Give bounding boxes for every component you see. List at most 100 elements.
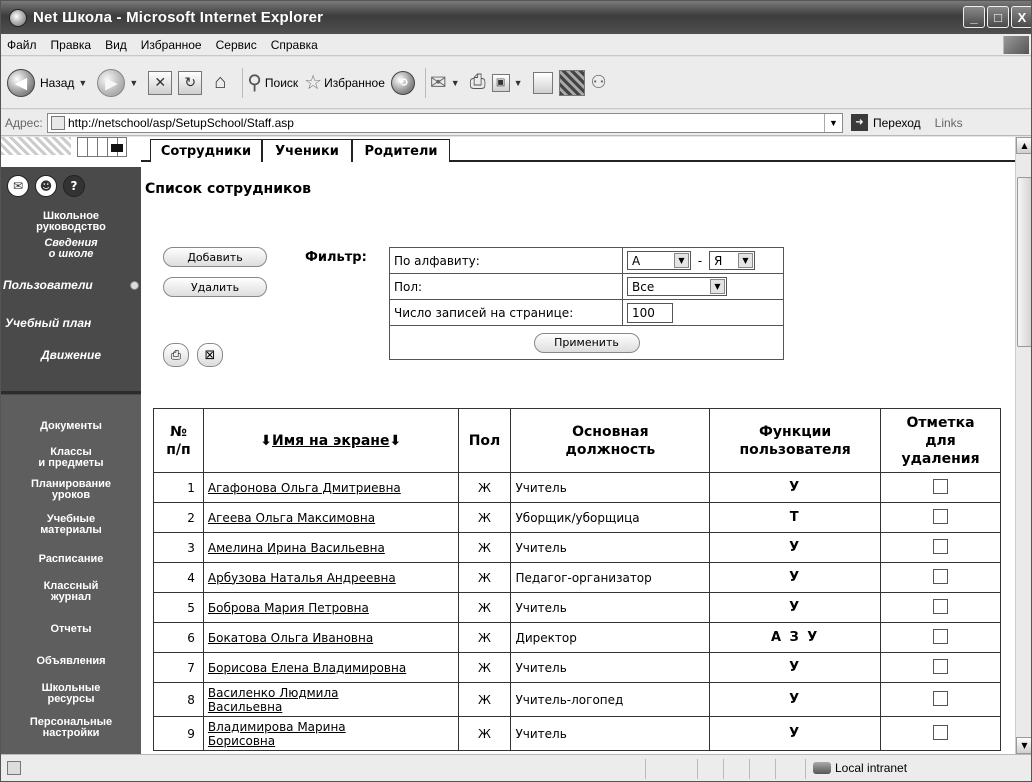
tab-parents[interactable]: Родители (352, 139, 450, 162)
sidebar-icon-bar: ✉ ☻ ? (1, 167, 141, 205)
tab-students[interactable]: Ученики (262, 139, 352, 162)
staff-name-link[interactable]: Боброва Мария Петровна (208, 601, 369, 615)
row-number: 4 (153, 562, 204, 593)
delete-checkbox[interactable] (933, 478, 949, 494)
people-icon[interactable]: ☻ (35, 175, 57, 197)
menu-view[interactable]: Вид (105, 38, 127, 52)
delete-checkbox[interactable] (933, 538, 949, 554)
status-bar: Local intranet (1, 754, 1031, 781)
add-button[interactable]: Добавить (163, 247, 267, 267)
scroll-down-icon[interactable]: ▼ (1016, 737, 1031, 754)
address-dropdown-icon[interactable]: ▼ (824, 113, 842, 132)
maximize-button[interactable]: □ (987, 6, 1009, 28)
apply-button[interactable]: Применить (533, 332, 640, 353)
row-gender: Ж (457, 502, 512, 533)
help-icon[interactable]: ? (63, 175, 85, 197)
vertical-scrollbar[interactable]: ▲ ▼ (1015, 137, 1031, 754)
messenger-pro-icon[interactable] (558, 69, 585, 96)
gender-select[interactable]: Все ▼ (627, 277, 727, 296)
back-label: Назад (40, 75, 75, 90)
scroll-up-icon[interactable]: ▲ (1016, 137, 1031, 154)
discuss-icon[interactable] (532, 71, 553, 94)
edit-dropdown-icon[interactable]: ▼ (514, 78, 523, 88)
mail-dropdown-icon[interactable]: ▼ (451, 78, 460, 88)
search-button[interactable]: ⚲ Поиск (247, 70, 298, 95)
print-icon[interactable]: ⎙ (163, 343, 189, 367)
column-header-name[interactable]: ⬇Имя на экране⬇ (202, 408, 459, 473)
address-bar: Адрес: http://netschool/asp/SetupSchool/… (1, 110, 1031, 136)
row-name: Агеева Ольга Максимовна (202, 502, 459, 533)
sidebar-item-curriculum[interactable]: Учебный план (1, 317, 141, 329)
refresh-icon[interactable]: ↻ (178, 70, 203, 95)
staff-name-link[interactable]: Амелина Ирина Васильевна (208, 541, 385, 555)
print-icon[interactable]: ⎙ (470, 71, 486, 94)
delete-checkbox[interactable] (933, 508, 949, 524)
staff-name-link[interactable]: Агафонова Ольга Дмитриевна (208, 481, 401, 495)
per-page-label: Число записей на странице: (389, 299, 623, 326)
menu-file[interactable]: Файл (7, 38, 37, 52)
row-functions: А З У (709, 622, 882, 653)
staff-name-link[interactable]: Агеева Ольга Максимовна (208, 511, 375, 525)
staff-name-link[interactable]: Бокатова Ольга Ивановна (208, 631, 373, 645)
history-icon[interactable]: ⟲ (390, 70, 415, 95)
grid-logo-icon (77, 137, 127, 157)
menu-tools[interactable]: Сервис (216, 38, 257, 52)
delete-checkbox[interactable] (933, 568, 949, 584)
users-icon[interactable]: ⚇ (591, 72, 607, 93)
minimize-button[interactable]: _ (963, 6, 985, 28)
links-button[interactable]: Links (935, 116, 963, 130)
star-icon: ☆ (304, 72, 323, 94)
favorites-button[interactable]: ☆ Избранное (304, 70, 385, 95)
page-title: Список сотрудников (145, 181, 311, 197)
row-gender: Ж (457, 562, 512, 593)
row-gender: Ж (457, 472, 512, 503)
stop-icon[interactable]: ✕ (148, 70, 173, 95)
row-number: 2 (153, 502, 204, 533)
row-name: Боброва Мария Петровна (202, 592, 459, 623)
staff-name-link[interactable]: Арбузова Наталья Андреевна (208, 571, 396, 585)
column-header-gender: Пол (457, 408, 512, 473)
sidebar-item-movement[interactable]: Движение (1, 349, 141, 361)
forward-button[interactable]: ▶ ▼ (97, 68, 142, 97)
menu-help[interactable]: Справка (271, 38, 318, 52)
alphabet-from-select[interactable]: А ▼ (627, 251, 691, 270)
row-name: Владимирова Марина Борисовна (202, 716, 459, 751)
edit-icon[interactable]: ▣ (491, 73, 510, 92)
row-name: Арбузова Наталья Андреевна (202, 562, 459, 593)
address-field[interactable]: http://netschool/asp/SetupSchool/Staff.a… (47, 112, 843, 133)
excel-export-icon[interactable]: ⊠ (197, 343, 223, 367)
forward-dropdown-icon[interactable]: ▼ (129, 78, 138, 88)
back-dropdown-icon[interactable]: ▼ (78, 78, 87, 88)
close-button[interactable]: X (1011, 6, 1031, 28)
delete-checkbox[interactable] (933, 598, 949, 614)
menu-edit[interactable]: Правка (51, 38, 92, 52)
sidebar-item-reports[interactable]: Отчеты (1, 623, 141, 635)
delete-button[interactable]: Удалить (163, 277, 267, 297)
menu-favorites[interactable]: Избранное (141, 38, 202, 52)
row-position: Учитель (510, 592, 711, 623)
alphabet-to-select[interactable]: Я ▼ (709, 251, 755, 270)
mail-button[interactable]: ✉ ▼ (430, 70, 464, 95)
table-row: 4 Арбузова Наталья Андреевна Ж Педагог-орга… (153, 562, 1001, 593)
back-button[interactable]: ◀ Назад ▼ (7, 68, 91, 97)
staff-name-link[interactable]: Владимирова Марина Борисовна (208, 720, 346, 748)
home-icon[interactable]: ⌂ (208, 71, 232, 95)
mail-icon[interactable]: ✉ (7, 175, 29, 197)
row-delete-cell (880, 716, 1001, 751)
tab-staff[interactable]: Сотрудники (150, 139, 262, 162)
delete-checkbox[interactable] (933, 658, 949, 674)
column-header-functions: Функции пользователя (709, 408, 882, 473)
sidebar-item-announcements[interactable]: Объявления (1, 655, 141, 667)
sidebar-item-schedule[interactable]: Расписание (1, 553, 141, 565)
delete-checkbox[interactable] (933, 690, 949, 706)
delete-checkbox[interactable] (933, 628, 949, 644)
delete-checkbox[interactable] (933, 724, 949, 740)
sidebar-item-documents[interactable]: Документы (1, 420, 141, 432)
scroll-thumb[interactable] (1017, 177, 1031, 347)
row-position: Уборщик/уборщица (510, 502, 711, 533)
per-page-input[interactable]: 100 (627, 302, 673, 323)
column-header-delete-mark: Отметка для удаления (880, 408, 1001, 473)
go-button[interactable]: ➜ Переход (851, 114, 921, 131)
staff-name-link[interactable]: Борисова Елена Владимировна (208, 661, 406, 675)
staff-name-link[interactable]: Василенко Людмила Васильевна (208, 686, 339, 714)
